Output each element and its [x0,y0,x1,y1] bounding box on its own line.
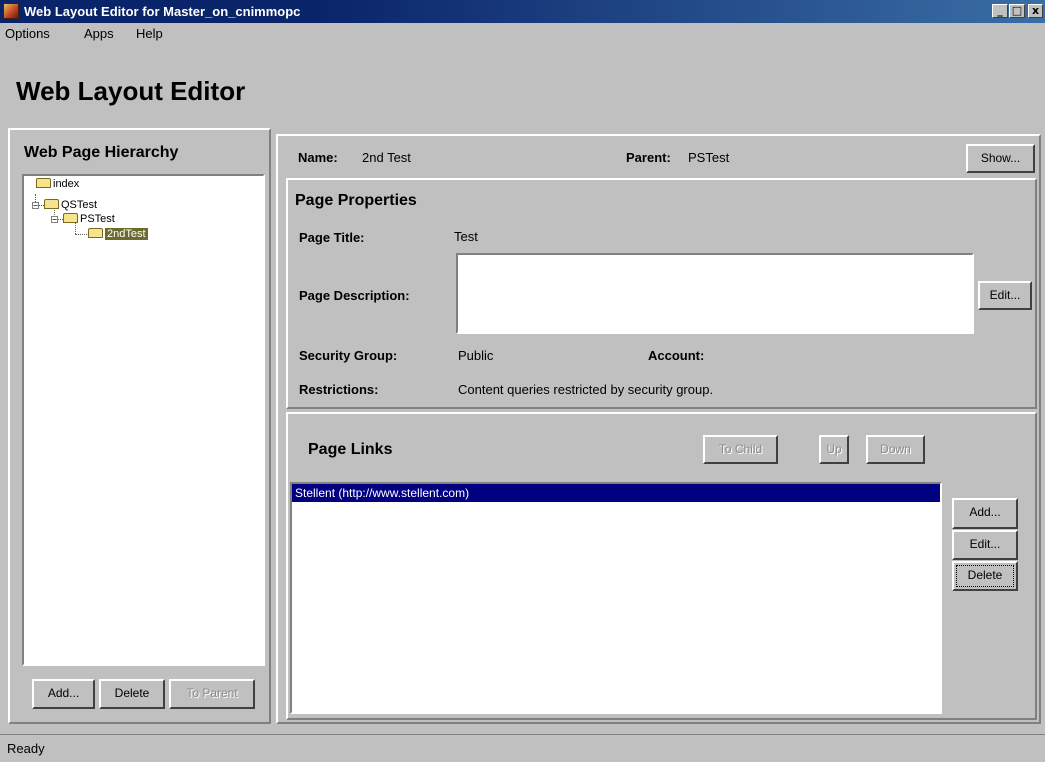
expand-pstest[interactable]: − [51,216,58,224]
maximize-button[interactable]: □ [1009,4,1025,18]
links-edit-button[interactable]: Edit... [952,530,1018,560]
page-properties-section: Page Properties Page Title: Test Page De… [286,178,1037,409]
tree-node-pstest[interactable]: PSTest [63,212,115,226]
name-value: 2nd Test [362,150,411,165]
page-description-field[interactable] [456,253,974,334]
restrictions-value: Content queries restricted by security g… [458,382,714,397]
menu-help[interactable]: Help [136,26,163,41]
status-bar: Ready [0,734,1045,762]
app-icon [3,3,19,19]
security-group-value: Public [458,348,494,363]
security-group-label: Security Group: [299,348,398,363]
hierarchy-title: Web Page Hierarchy [24,144,179,161]
parent-label: Parent: [626,150,671,165]
parent-value: PSTest [688,150,730,165]
restrictions-label: Restrictions: [299,382,379,397]
name-label: Name: [298,150,338,165]
menu-bar: Options Apps Help [0,23,1045,43]
menu-apps[interactable]: Apps [84,26,114,41]
page-properties-title: Page Properties [295,192,417,209]
close-button[interactable]: x [1028,4,1043,18]
hierarchy-tree[interactable]: − − index QSTest PSTest 2ndTest [22,174,265,666]
tree-node-qstest[interactable]: QSTest [44,198,97,212]
tree-node-index[interactable]: index [36,177,79,191]
hierarchy-delete-button[interactable]: Delete [99,679,165,709]
page-links-section: Page Links To Child Up Down Stellent (ht… [286,412,1037,720]
folder-icon [63,213,78,224]
account-label: Account: [648,348,705,363]
show-button[interactable]: Show... [966,144,1035,173]
to-parent-button[interactable]: To Parent [169,679,255,709]
page-description-label: Page Description: [299,288,410,303]
open-folder-icon [88,228,103,239]
minimize-button[interactable]: _ [992,4,1008,18]
menu-options[interactable]: Options [5,26,50,41]
down-button[interactable]: Down [866,435,925,464]
page-detail-panel: Name: 2nd Test Parent: PSTest Show... Pa… [276,134,1041,724]
page-title-value: Test [454,229,478,244]
to-child-button[interactable]: To Child [703,435,778,464]
page-links-list[interactable]: Stellent (http://www.stellent.com) [290,482,942,714]
window-title: Web Layout Editor for Master_on_cnimmopc [24,4,301,19]
app-heading: Web Layout Editor [16,76,246,106]
folder-icon [36,178,51,189]
description-edit-button[interactable]: Edit... [978,281,1032,310]
hierarchy-add-button[interactable]: Add... [32,679,95,709]
expand-qstest[interactable]: − [32,202,39,210]
list-item[interactable]: Stellent (http://www.stellent.com) [292,484,940,502]
title-bar: Web Layout Editor for Master_on_cnimmopc… [0,0,1045,23]
links-delete-button[interactable]: Delete [952,561,1018,591]
folder-icon [44,199,59,210]
hierarchy-panel: Web Page Hierarchy − − index QSTest PSTe… [8,128,271,724]
page-title-label: Page Title: [299,230,365,245]
tree-node-2ndtest[interactable]: 2ndTest [88,227,148,241]
status-text: Ready [7,741,45,756]
links-add-button[interactable]: Add... [952,498,1018,529]
page-links-title: Page Links [308,441,393,458]
up-button[interactable]: Up [819,435,849,464]
